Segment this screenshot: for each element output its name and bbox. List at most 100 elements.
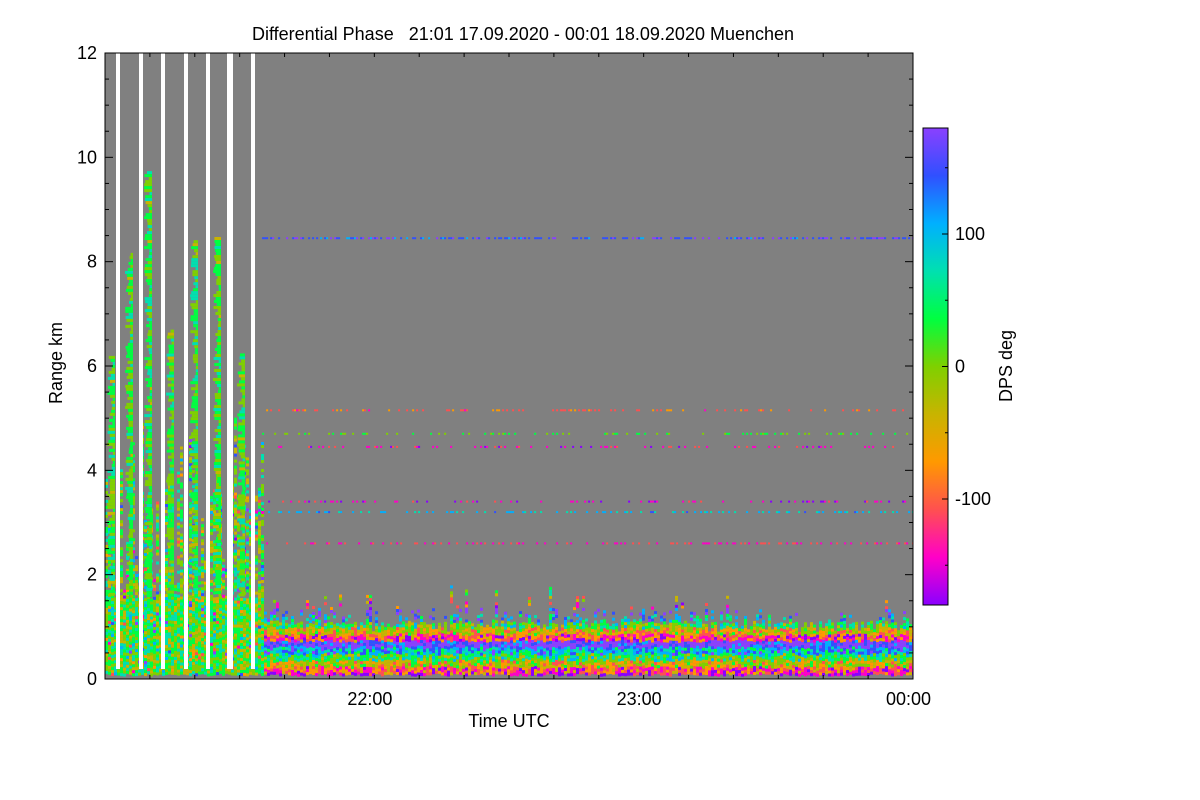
heatmap-cell-4025 [519,614,522,618]
heatmap-cell-2133 [246,526,249,530]
heatmap-cell-1746 [219,643,222,647]
heatmap-cell-3703 [465,637,468,641]
heatmap-cell-2140 [246,556,249,560]
heatmap-cell-3916 [501,620,504,624]
heatmap-cell-776 [156,666,159,670]
heatmap-cell-4103 [531,622,534,625]
heatmap-cell-312 [126,595,129,599]
heatmap-cell-2433 [261,670,264,673]
heatmap-cell-4381 [573,673,576,677]
heatmap-cell-3964 [507,651,510,655]
heatmap-cell-1931 [234,495,237,499]
heatmap-cell-3762 [474,660,477,664]
heatmap-cell-3670 [459,662,462,666]
heatmap-cell-4924 [660,669,663,673]
heatmap-cell-885 [165,582,168,585]
heatmap-cell-3247 [390,672,393,676]
heatmap-cell-2573 [282,661,285,665]
heatmap-cell-4391 [576,632,579,636]
heatmap-cell-3010 [351,668,354,672]
heatmap-cell-3050 [360,634,363,638]
heatmap-cell-3110 [369,616,372,620]
heatmap-cell-1333 [192,608,195,612]
heatmap-cell-309 [126,586,129,590]
heatmap-cell-3796 [480,643,483,647]
heatmap-cell-2987 [348,650,351,654]
heatmap-cell-2724 [306,672,309,676]
heatmap-cell-4532 [597,671,600,675]
heatmap-cell-4590 [609,626,612,629]
heatmap-cell-2556 [279,673,282,677]
heatmap-cell-4266 [555,654,558,657]
heatmap-cell-4768 [636,663,639,666]
heatmap-cell-2028 [237,663,240,667]
heatmap-cell-1151 [180,632,183,636]
heatmap-cell-3668 [459,656,462,660]
heatmap-cell-3183 [381,628,384,632]
heatmap-cell-4085 [528,620,531,624]
heatmap-cell-4935 [663,642,666,646]
heatmap-cell-1779 [222,639,225,643]
heatmap-cell-3177 [378,662,381,666]
heatmap-cell-3908 [498,653,501,657]
heatmap-cell-2444 [264,641,267,645]
heatmap-cell-1441 [201,524,204,528]
heatmap-cell-4443 [582,670,585,674]
heatmap-cell-4911 [660,630,663,634]
heatmap-cell-1680 [216,612,219,616]
heatmap-cell-3513 [435,643,438,647]
heatmap-cell-2415 [261,616,264,619]
heatmap-cell-2488 [270,653,273,657]
heatmap-cell-439 [135,556,138,560]
heatmap-cell-951 [168,623,171,627]
heatmap-cell-107 [111,601,114,605]
heatmap-cell-2776 [315,649,318,653]
heatmap-cell-2359 [258,628,261,632]
heatmap-cell-1040 [174,630,177,633]
heatmap-cell-1028 [174,594,177,597]
heatmap-cell-1928 [234,480,237,484]
heatmap-cell-2875 [330,652,333,655]
heatmap-cell-2137 [246,541,249,545]
heatmap-cell-438 [132,673,135,677]
heatmap-cell-704 [153,587,156,591]
heatmap-cell-3860 [492,634,495,638]
heatmap-cell-2947 [342,640,345,644]
heatmap-cell-472 [135,667,138,671]
heatmap-cell-2484 [270,641,273,645]
heatmap-cell-4684 [624,640,627,644]
heatmap-cell-3130 [372,631,375,635]
heatmap-cell-2171 [246,661,249,665]
heatmap-cell-1450 [201,557,204,561]
heatmap-cell-4729 [630,657,633,661]
heatmap-cell-1789 [222,669,225,673]
heatmap-cell-1938 [234,522,237,526]
heatmap-cell-4259 [555,633,558,636]
heatmap-cell-1153 [180,638,183,642]
heatmap-cell-4660 [621,627,624,631]
heatmap-cell-4155 [537,667,540,671]
heatmap-cell-127 [111,661,114,665]
heatmap-cell-4378 [573,664,576,668]
heatmap-cell-3289 [399,630,402,634]
heatmap-cell-1545 [207,673,210,677]
heatmap-cell-3446 [423,652,426,656]
heatmap-cell-2503 [273,632,276,636]
heatmap-cell-2364 [258,643,261,647]
heatmap-cell-4100 [528,665,531,669]
heatmap-cell-4639 [615,665,618,669]
heatmap-cell-2852 [327,643,330,647]
heatmap-cell-2012 [237,615,240,619]
heatmap-cell-3264 [396,606,399,609]
heatmap-cell-3474 [429,630,432,634]
heatmap-cell-3384 [414,637,417,641]
heatmap-cell-1614 [213,564,216,568]
heatmap-cell-3691 [465,589,468,593]
heatmap-cell-4114 [531,655,534,658]
heatmap-cell-2605 [288,651,291,655]
heatmap-cell-4600 [609,656,612,659]
heatmap-cell-4737 [633,625,636,629]
heatmap-cell-236 [120,559,123,563]
heatmap-cell-4585 [606,659,609,663]
heatmap-cell-4968 [669,631,672,635]
